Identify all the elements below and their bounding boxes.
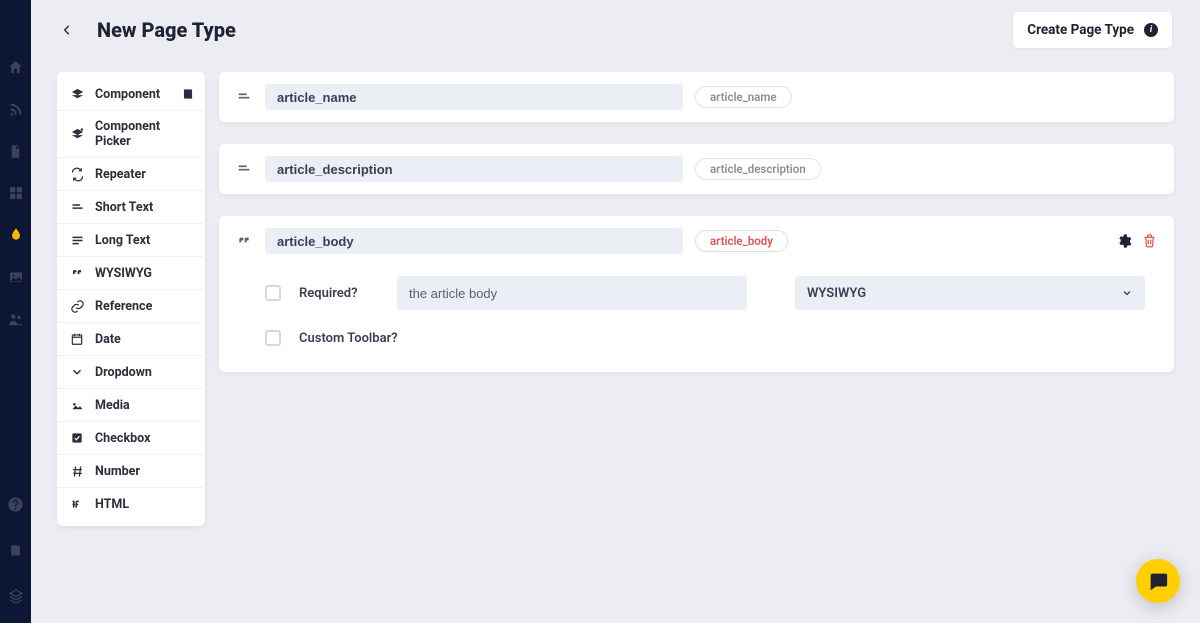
field-type-label: Component xyxy=(95,87,160,102)
field-name-input[interactable] xyxy=(265,84,683,110)
chat-fab[interactable] xyxy=(1136,559,1180,603)
calendar-icon xyxy=(69,331,85,347)
chevron-down-icon xyxy=(69,364,85,380)
short-text-icon xyxy=(69,199,85,215)
field-slug-pill: article_body xyxy=(695,230,788,252)
field-slug-pill: article_name xyxy=(695,86,792,108)
custom-toolbar-label: Custom Toolbar? xyxy=(299,331,398,346)
field-type-media[interactable]: Media xyxy=(57,389,205,422)
field-type-number[interactable]: Number xyxy=(57,455,205,488)
main-area: Component Component Picker Repeater Shor… xyxy=(31,60,1200,623)
checkbox-icon xyxy=(69,430,85,446)
type-select-value: WYSIWYG xyxy=(807,286,866,301)
required-checkbox[interactable] xyxy=(265,285,281,301)
page-header: New Page Type Create Page Type i xyxy=(31,0,1200,60)
field-type-repeater[interactable]: Repeater xyxy=(57,158,205,191)
fields-column: article_name article_description article… xyxy=(219,72,1174,603)
field-type-label: Checkbox xyxy=(95,431,150,446)
help-icon[interactable] xyxy=(7,495,25,513)
field-name-input[interactable] xyxy=(265,156,683,182)
short-text-icon xyxy=(235,88,253,106)
tint-icon[interactable] xyxy=(7,226,25,244)
layers-plus-icon xyxy=(69,126,85,142)
layers-nav-icon[interactable] xyxy=(7,587,25,605)
field-card: article_description xyxy=(219,144,1174,194)
field-type-label: Long Text xyxy=(95,233,150,248)
grid-icon[interactable] xyxy=(7,184,25,202)
quote-icon xyxy=(235,232,253,250)
page-title: New Page Type xyxy=(97,18,236,42)
rss-icon[interactable] xyxy=(7,100,25,118)
custom-toolbar-checkbox[interactable] xyxy=(265,330,281,346)
field-types-panel: Component Component Picker Repeater Shor… xyxy=(57,72,205,526)
field-type-label: Short Text xyxy=(95,200,153,215)
field-card: article_body Required? xyxy=(219,216,1174,372)
field-type-checkbox[interactable]: Checkbox xyxy=(57,422,205,455)
field-type-html[interactable]: HTML xyxy=(57,488,205,520)
field-type-short-text[interactable]: Short Text xyxy=(57,191,205,224)
short-text-icon xyxy=(235,160,253,178)
field-description-input[interactable] xyxy=(397,276,747,310)
field-name-input[interactable] xyxy=(265,228,683,254)
document-icon[interactable] xyxy=(7,142,25,160)
field-type-label: Dropdown xyxy=(95,365,152,380)
create-page-type-button[interactable]: Create Page Type i xyxy=(1013,12,1172,48)
long-text-icon xyxy=(69,232,85,248)
required-label: Required? xyxy=(299,286,379,301)
html-icon xyxy=(69,496,85,512)
media-icon xyxy=(69,397,85,413)
users-icon[interactable] xyxy=(7,310,25,328)
field-type-wysiwyg[interactable]: WYSIWYG xyxy=(57,257,205,290)
field-card: article_name xyxy=(219,72,1174,122)
field-type-label: Media xyxy=(95,398,130,413)
field-type-date[interactable]: Date xyxy=(57,323,205,356)
field-type-label: HTML xyxy=(95,497,129,512)
repeat-icon xyxy=(69,166,85,182)
gear-icon[interactable] xyxy=(1116,233,1132,249)
back-button[interactable] xyxy=(55,18,79,42)
home-icon[interactable] xyxy=(7,58,25,76)
image-icon[interactable] xyxy=(7,268,25,286)
field-type-dropdown[interactable]: Dropdown xyxy=(57,356,205,389)
field-type-component-picker[interactable]: Component Picker xyxy=(57,111,205,158)
chevron-down-icon xyxy=(1121,287,1133,299)
quote-icon xyxy=(69,265,85,281)
book-nav-icon[interactable] xyxy=(7,541,25,559)
hash-icon xyxy=(69,463,85,479)
field-type-label: Reference xyxy=(95,299,152,314)
field-type-component[interactable]: Component xyxy=(57,78,205,111)
field-type-select[interactable]: WYSIWYG xyxy=(795,276,1145,310)
link-icon xyxy=(69,298,85,314)
field-type-label: WYSIWYG xyxy=(95,266,152,281)
field-slug-pill: article_description xyxy=(695,158,821,180)
field-type-label: Repeater xyxy=(95,167,146,182)
trash-icon[interactable] xyxy=(1142,233,1158,249)
book-icon xyxy=(181,87,195,101)
info-icon: i xyxy=(1144,23,1158,37)
layers-icon xyxy=(69,86,85,102)
field-type-reference[interactable]: Reference xyxy=(57,290,205,323)
field-type-label: Number xyxy=(95,464,140,479)
nav-rail xyxy=(0,0,31,623)
field-type-long-text[interactable]: Long Text xyxy=(57,224,205,257)
field-type-label: Date xyxy=(95,332,121,347)
field-type-label: Component Picker xyxy=(95,119,193,149)
create-button-label: Create Page Type xyxy=(1027,22,1134,38)
